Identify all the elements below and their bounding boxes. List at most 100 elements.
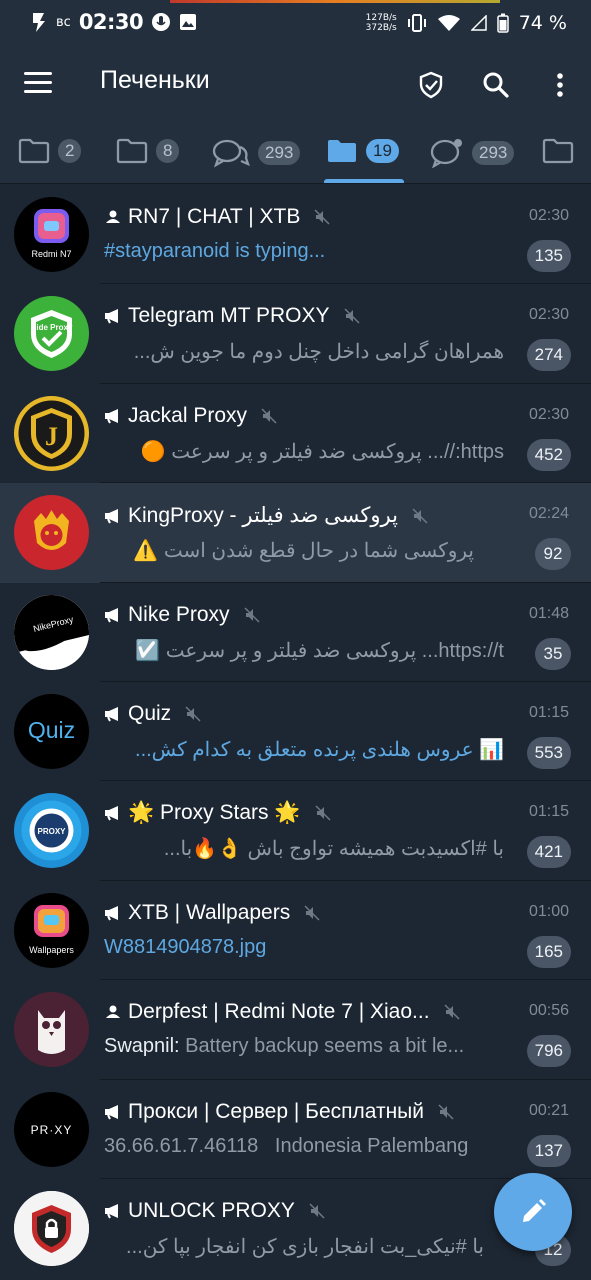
chat-row[interactable]: Hide Proxy Telegram MT PROXY 02:30 همراه…: [0, 284, 591, 384]
chat-time: 02:30: [528, 207, 569, 224]
channel-icon: [105, 607, 118, 623]
chat-name: Прокси | Сервер | Бесплатный: [128, 1099, 424, 1123]
chat-preview: با #نیکی_بت انفجار بازی کن انفجار بپا کن…: [126, 1235, 484, 1258]
channel-icon: [105, 309, 118, 324]
avatar-label: PROXY: [37, 827, 66, 836]
channel-icon: [105, 1104, 118, 1119]
speed-up: 127B/s: [365, 13, 397, 23]
chat-name: Derpfest | Redmi Note 7 | Xiao...: [128, 1000, 430, 1024]
more-vert-icon[interactable]: [545, 70, 575, 100]
battery-icon: [496, 13, 509, 33]
chat-name: 🌟 Proxy Stars 🌟: [128, 801, 301, 825]
chat-title: Прокси | Сервер | Бесплатный: [104, 1100, 454, 1124]
chat-preview: با #اکسیدبت همیشه تواوج باش 👌🔥با...: [163, 838, 504, 861]
channel-icon: [105, 905, 118, 921]
chat-row[interactable]: KingProxy - پروکسی ضد فیلتر 02:24 پروکسی…: [0, 483, 591, 583]
unread-badge: 135: [526, 240, 571, 272]
folder-icon: [542, 138, 574, 164]
tab-count: 293: [472, 141, 515, 165]
avatar-label: Wallpapers: [29, 945, 74, 955]
unread-badge: 553: [526, 736, 571, 769]
status-day: вс: [56, 14, 71, 30]
active-tab-indicator: [324, 179, 404, 183]
muted-icon: [343, 308, 360, 324]
tab-folder-2[interactable]: 8: [116, 138, 180, 164]
chat-title: Nike Proxy: [104, 603, 260, 627]
chat-time: 02:30: [528, 306, 569, 324]
avatar: Wallpapers: [14, 892, 89, 968]
pencil-icon: [523, 1199, 546, 1222]
chat-name: UNLOCK PROXY: [128, 1198, 295, 1222]
chat-preview: https://t... پروکسی ضد فیلتر و پر سرعت ☑…: [135, 639, 504, 662]
muted-icon: [304, 905, 320, 921]
tab-count: 2: [58, 139, 82, 163]
channel-icon: [105, 706, 118, 722]
chat-title: Derpfest | Redmi Note 7 | Xiao...: [104, 1000, 460, 1024]
signal-icon: [470, 15, 487, 31]
chat-row[interactable]: Quiz Quiz 01:15 📊 عروس هلندی پرنده متعلق…: [0, 682, 591, 782]
chat-row[interactable]: J Jackal Proxy 02:30 https://... پروکسی …: [0, 384, 591, 484]
muted-icon: [185, 706, 201, 722]
tab-count: 293: [258, 141, 301, 165]
chat-preview: 36.66.61.7.46118 Indonesia Palembang: [104, 1134, 469, 1157]
muted-icon: [314, 805, 331, 821]
channel-icon: [105, 408, 118, 424]
tab-folder-active[interactable]: 19: [326, 138, 399, 164]
tab-folder-6[interactable]: [542, 138, 574, 164]
tab-folder-1[interactable]: 2: [18, 138, 82, 164]
channel-icon: [105, 508, 118, 524]
avatar: Quiz: [14, 693, 89, 769]
app-notification-icon: [33, 13, 45, 32]
unread-badge: 137: [526, 1134, 571, 1167]
tab-unread[interactable]: 293: [430, 138, 515, 168]
menu-icon[interactable]: [24, 72, 52, 94]
chat-row[interactable]: Redmi N7 RN7 | CHAT | XTB 02:30 #staypar…: [0, 185, 591, 285]
chat-row[interactable]: PR·XY Прокси | Сервер | Бесплатный 00:21…: [0, 1080, 591, 1179]
unread-badge: 452: [526, 438, 571, 471]
message-text: Battery backup seems a bit le...: [185, 1035, 465, 1058]
muted-icon: [412, 508, 428, 524]
chat-row[interactable]: NikeProxy Nike Proxy 01:48 https://t... …: [0, 583, 591, 682]
chat-name: RN7 | CHAT | XTB: [128, 205, 301, 228]
unread-badge: 421: [526, 836, 571, 869]
tab-count: 19: [366, 139, 399, 163]
chat-row[interactable]: PROXY 🌟 Proxy Stars 🌟 01:15 با #اکسیدبت …: [0, 781, 591, 881]
muted-icon: [444, 1004, 460, 1020]
chat-row[interactable]: Wallpapers XTB | Wallpapers 01:00 W88149…: [0, 881, 591, 981]
image-notification-icon: [180, 14, 197, 30]
chat-name: KingProxy - پروکسی ضد فیلتر: [128, 504, 398, 528]
chat-row[interactable]: Derpfest | Redmi Note 7 | Xiao... 00:56 …: [0, 980, 591, 1080]
channel-icon: [105, 1203, 118, 1219]
avatar: Hide Proxy: [14, 296, 89, 372]
chat-time: 01:00: [528, 902, 569, 920]
search-icon[interactable]: [481, 70, 511, 100]
tab-all-chats[interactable]: 293: [212, 138, 301, 168]
chat-list: Redmi N7 RN7 | CHAT | XTB 02:30 #staypar…: [0, 185, 591, 1278]
network-speed: 127B/s 372B/s: [366, 13, 397, 33]
channel-icon: [105, 806, 118, 821]
chat-title: RN7 | CHAT | XTB: [104, 205, 330, 229]
chat-title: 🌟 Proxy Stars 🌟: [104, 801, 331, 825]
folder-tabs: 2 8 293 19 293: [0, 124, 591, 184]
chat-preview: #stayparanoid is typing...: [104, 240, 326, 262]
unread-badge: 165: [526, 935, 571, 968]
status-accent-line: [170, 0, 500, 3]
avatar: [14, 1190, 89, 1266]
unread-badge: 35: [535, 637, 571, 670]
chat-title: Quiz: [104, 702, 201, 726]
chat-name: Quiz: [128, 701, 172, 725]
muted-icon: [314, 209, 330, 225]
voice-notification-icon: [152, 13, 171, 31]
compose-button[interactable]: [494, 1173, 572, 1251]
chat-name: XTB | Wallpapers: [128, 900, 291, 924]
wifi-icon: [437, 15, 460, 31]
folder-icon: [328, 140, 356, 162]
chat-title: UNLOCK PROXY: [104, 1199, 325, 1223]
avatar: [14, 992, 89, 1068]
folder-icon: [116, 138, 148, 164]
tab-count: 8: [156, 139, 180, 163]
shield-check-icon[interactable]: [416, 70, 446, 100]
avatar: PR·XY: [14, 1091, 89, 1167]
app-toolbar: Печеньки: [0, 46, 591, 124]
chat-time: 02:30: [528, 405, 569, 423]
